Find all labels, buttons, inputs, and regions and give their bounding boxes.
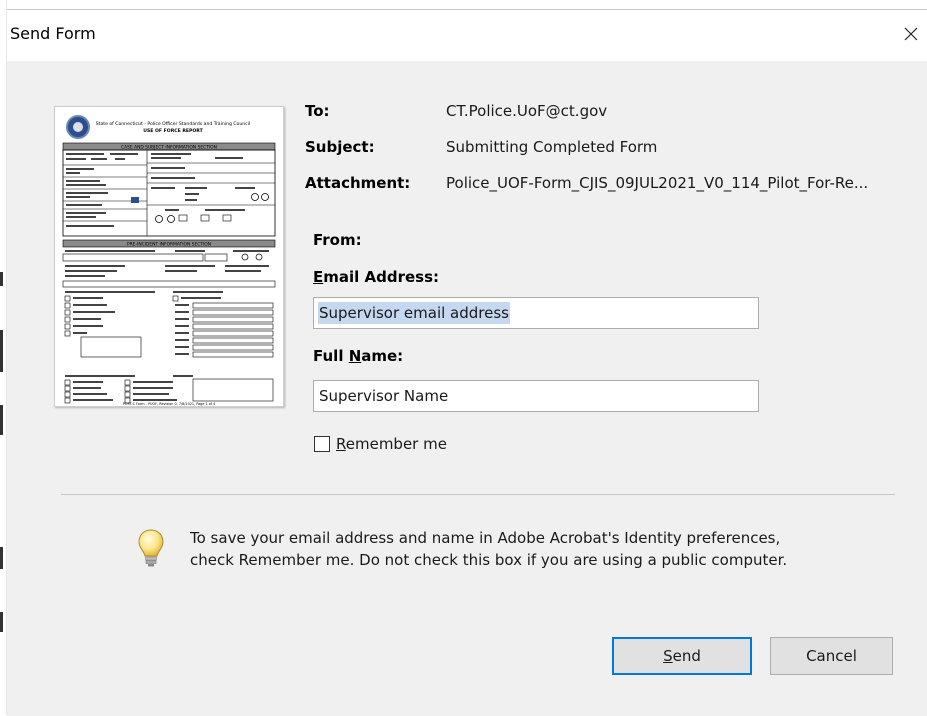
full-name-input[interactable] [313, 380, 759, 412]
background-edge-mark [0, 330, 3, 372]
remember-me-label[interactable]: Remember me [336, 435, 447, 453]
email-address-label: Email Address: [313, 268, 440, 286]
section-divider [61, 494, 895, 495]
remember-me-row[interactable]: Remember me [314, 433, 447, 455]
remember-me-checkbox[interactable] [314, 436, 330, 452]
background-edge-mark [0, 405, 3, 435]
attachment-label: Attachment: [305, 174, 411, 192]
full-name-text[interactable] [314, 381, 758, 411]
close-icon [904, 27, 918, 41]
close-button[interactable] [895, 18, 927, 50]
title-bar: Send Form [7, 10, 927, 61]
send-button[interactable]: Send [612, 637, 752, 675]
attachment-value: Police_UOF-Form_CJIS_09JUL2021_V0_114_Pi… [446, 174, 869, 192]
background-edge-mark [0, 612, 3, 632]
send-form-dialog: Send Form State of Connecticut - Police … [7, 9, 927, 716]
email-address-input[interactable]: Supervisor email address [313, 297, 759, 329]
state-seal-inner [73, 122, 83, 132]
cancel-button[interactable]: Cancel [770, 637, 893, 675]
form-preview-thumbnail: State of Connecticut - Police Officer St… [54, 106, 284, 407]
subject-value: Submitting Completed Form [446, 138, 658, 156]
identity-info-message: To save your email address and name in A… [190, 529, 788, 569]
send-button-label: Send [663, 647, 701, 665]
preview-section2-title: PRE-INCIDENT INFORMATION SECTION [127, 242, 211, 248]
background-edge-mark [0, 272, 3, 286]
background-edge-mark [0, 547, 3, 569]
full-name-label: Full Name: [313, 347, 404, 365]
to-label: To: [305, 102, 330, 120]
preview-header-line2: USE OF FORCE REPORT [143, 128, 203, 134]
to-value: CT.Police.UoF@ct.gov [446, 102, 608, 120]
from-label: From: [313, 231, 362, 249]
preview-footer: POST-C Form - PUOF, Revision 0, 7/8/2021… [123, 402, 215, 406]
dialog-title: Send Form [10, 24, 96, 43]
email-address-value: Supervisor email address [319, 304, 509, 322]
lightbulb-icon [138, 529, 164, 567]
subject-label: Subject: [305, 138, 375, 156]
preview-header-line1: State of Connecticut - Police Officer St… [96, 121, 251, 127]
